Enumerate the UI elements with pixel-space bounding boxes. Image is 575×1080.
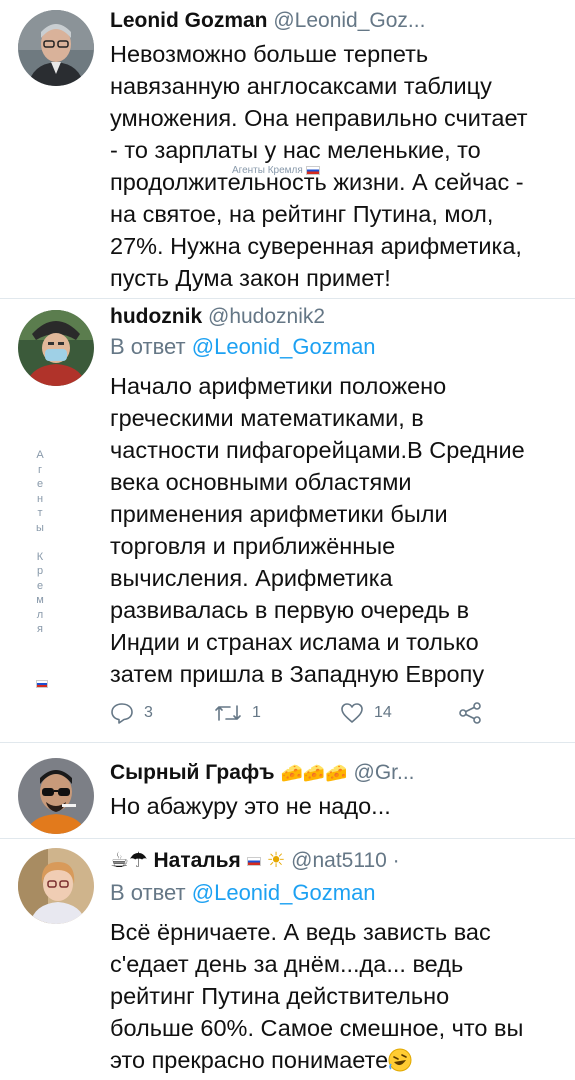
divider bbox=[0, 742, 575, 743]
retweet-count: 1 bbox=[252, 704, 261, 721]
reply-action[interactable]: 3 bbox=[110, 702, 153, 724]
text-line: века основными областями bbox=[110, 469, 412, 495]
reply-icon[interactable] bbox=[110, 702, 134, 724]
tweet-natalya[interactable]: ☕☂ Наталья ☀ @nat5110 · В ответ @Leonid_… bbox=[0, 846, 575, 1080]
watermark-letter: н bbox=[36, 492, 44, 505]
watermark-letter: я bbox=[37, 623, 43, 635]
tweet-text: Невозможно больше терпеть навязанную анг… bbox=[110, 38, 565, 294]
avatar[interactable] bbox=[18, 848, 94, 924]
like-action[interactable]: 14 bbox=[340, 702, 392, 724]
reply-prefix: В ответ bbox=[110, 334, 186, 359]
author-name[interactable]: Сырный Графъ bbox=[110, 761, 275, 784]
author-handle[interactable]: @nat5110 · bbox=[291, 849, 400, 872]
text-line: вычисления. Арифметика bbox=[110, 565, 393, 591]
reply-mention-link[interactable]: @Leonid_Gozman bbox=[192, 334, 376, 359]
heart-icon[interactable] bbox=[340, 702, 364, 724]
avatar[interactable] bbox=[18, 758, 94, 834]
text-line: Невозможно больше терпеть bbox=[110, 41, 429, 67]
watermark-letter: е bbox=[36, 579, 44, 592]
text-line: с'едает день за днём...да... ведь bbox=[110, 951, 464, 977]
reply-count: 3 bbox=[144, 704, 153, 721]
cheese-emoji-icon: 🧀🧀🧀 bbox=[280, 763, 348, 783]
russian-flag-icon bbox=[246, 856, 261, 866]
avatar[interactable] bbox=[18, 10, 94, 86]
reply-prefix: В ответ bbox=[110, 880, 186, 905]
text-line: греческими математиками, в bbox=[110, 405, 424, 431]
tweet-hudoznik[interactable]: hudoznik @hudoznik2 В ответ @Leonid_Gozm… bbox=[0, 305, 575, 733]
text-line: навязанную англосаксами таблицу bbox=[110, 73, 492, 99]
text-line: больше 60%. Самое смешное, что вы bbox=[110, 1015, 524, 1041]
tweet-text: Начало арифметики положено греческими ма… bbox=[110, 370, 565, 690]
watermark-letter: м bbox=[36, 594, 44, 606]
text-line: - то зарплаты у нас меленькие, то bbox=[110, 137, 481, 163]
reply-to: В ответ @Leonid_Gozman bbox=[110, 332, 376, 362]
sun-emoji-icon: ☀ bbox=[266, 849, 286, 872]
watermark-text: Агенты Кремля bbox=[232, 165, 303, 176]
text-line: пусть Дума закон примет! bbox=[110, 265, 391, 291]
text-line: затем пришла в Западную Европу bbox=[110, 661, 485, 687]
text-line: Индии и странах ислама и только bbox=[110, 629, 479, 655]
text-line: 27%. Нужна суверенная арифметика, bbox=[110, 233, 522, 259]
text-line: частности пифагорейцами.В Средние bbox=[110, 437, 525, 463]
retweet-action[interactable]: 1 bbox=[214, 702, 261, 724]
tweet-leonid-gozman[interactable]: Leonid Gozman @Leonid_Goz... Невозможно … bbox=[0, 9, 575, 291]
watermark-letter: т bbox=[37, 507, 43, 519]
text-line: Всё ёрничаете. А ведь зависть вас bbox=[110, 919, 491, 945]
retweet-icon[interactable] bbox=[214, 702, 242, 724]
russian-flag-icon bbox=[36, 680, 48, 688]
text-line: продолжительность жизни. А сейчас - bbox=[110, 169, 524, 195]
text-line: на святое, на рейтинг Путина, мол, bbox=[110, 201, 494, 227]
reply-to: В ответ @Leonid_Gozman bbox=[110, 878, 376, 908]
rolling-laughing-emoji-icon bbox=[388, 1048, 412, 1072]
watermark-letter: л bbox=[36, 608, 44, 621]
coffee-umbrella-emoji-icon: ☕☂ bbox=[110, 849, 148, 872]
text-line: умножения. Она неправильно считает bbox=[110, 105, 528, 131]
watermark-inline: Агенты Кремля bbox=[232, 165, 320, 176]
russian-flag-icon bbox=[305, 166, 320, 175]
author-name[interactable]: hudoznik bbox=[110, 305, 202, 328]
text-line: Но абажуру это не надо... bbox=[110, 793, 391, 819]
share-icon[interactable] bbox=[458, 702, 482, 724]
tweet-text: Но абажуру это не надо... bbox=[110, 790, 565, 822]
watermark-letter: г bbox=[37, 463, 42, 476]
like-count: 14 bbox=[374, 704, 392, 721]
text-line: Начало арифметики положено bbox=[110, 373, 447, 399]
author-name[interactable]: Наталья bbox=[154, 849, 241, 872]
watermark-letter: е bbox=[36, 478, 44, 490]
divider bbox=[0, 838, 575, 839]
share-action[interactable] bbox=[458, 702, 482, 724]
watermark-vertical: А г е н т ы К р е м л я bbox=[33, 448, 47, 637]
divider bbox=[0, 298, 575, 299]
author-name[interactable]: Leonid Gozman bbox=[110, 9, 268, 32]
reply-mention-link[interactable]: @Leonid_Gozman bbox=[192, 880, 376, 905]
text-line: развивалась в первую очередь в bbox=[110, 597, 470, 623]
watermark-letter: А bbox=[36, 449, 44, 461]
text-line: торговля и приближённые bbox=[110, 533, 396, 559]
tweet-text: Всё ёрничаете. А ведь зависть вас с'едае… bbox=[110, 916, 565, 1076]
watermark-letter bbox=[33, 535, 47, 550]
watermark-letter: К bbox=[36, 550, 44, 563]
text-line: это прекрасно понимаете bbox=[110, 1044, 565, 1076]
text-line: применения арифметики были bbox=[110, 501, 448, 527]
text-line: рейтинг Путина действительно bbox=[110, 983, 450, 1009]
author-handle[interactable]: @Gr... bbox=[354, 761, 415, 784]
author-handle[interactable]: @Leonid_Goz... bbox=[273, 9, 425, 32]
tweet-syrny-graf[interactable]: Сырный Графъ 🧀🧀🧀 @Gr... Но абажуру это н… bbox=[0, 752, 575, 834]
author-handle[interactable]: @hudoznik2 bbox=[208, 305, 325, 328]
watermark-letter: р bbox=[36, 565, 44, 577]
tweet-actions: 3 1 14 bbox=[110, 702, 510, 732]
watermark-letter: ы bbox=[36, 521, 44, 534]
avatar[interactable] bbox=[18, 310, 94, 386]
text-line-content: это прекрасно понимаете bbox=[110, 1047, 389, 1073]
